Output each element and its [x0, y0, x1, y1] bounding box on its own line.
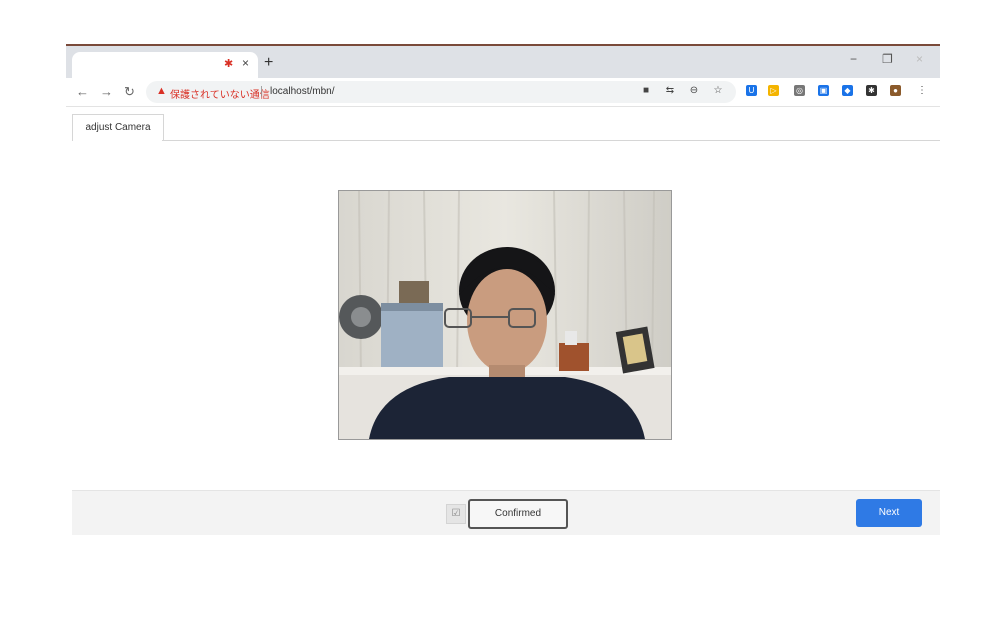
translate-icon[interactable]: ⇆ [664, 85, 676, 97]
url-text[interactable]: localhost/mbn/ [270, 86, 334, 97]
minimize-button[interactable]: − [850, 52, 857, 66]
extension-circle-icon[interactable]: ◎ [794, 85, 805, 96]
reload-button[interactable]: ↻ [124, 84, 135, 100]
next-button[interactable]: Next [856, 499, 922, 527]
menu-icon[interactable]: ⋮ [916, 85, 928, 97]
extension-screen-icon[interactable]: ▣ [818, 85, 829, 96]
extension-diamond-icon[interactable]: ◆ [842, 85, 853, 96]
extensions-puzzle-icon[interactable]: ✱ [866, 85, 877, 96]
tab-favicon-icon: ✱ [224, 58, 234, 70]
forward-button[interactable]: → [100, 84, 113, 99]
security-warning-text[interactable]: 保護されていない通信 [170, 86, 270, 101]
warning-icon: ▲ [156, 85, 167, 97]
extension-u-icon[interactable]: U [746, 85, 757, 96]
footer-bar: ☑ Confirmed Next [72, 490, 940, 535]
close-icon[interactable]: × [242, 56, 249, 70]
page-content: adjust Camera ☑ Confirmed Next [72, 114, 940, 535]
browser-toolbar: ← → ↻ ▲ 保護されていない通信 | localhost/mbn/ ■ ⇆ … [66, 78, 940, 107]
zoom-icon[interactable]: ⊖ [688, 85, 700, 97]
address-separator: | [260, 85, 263, 97]
browser-tab[interactable]: ✱ × [72, 52, 258, 78]
back-button[interactable]: ← [76, 84, 89, 99]
new-tab-button[interactable]: + [264, 55, 273, 71]
camera-preview [338, 190, 672, 440]
confirmed-button[interactable]: Confirmed [468, 499, 568, 529]
profile-avatar-icon[interactable]: ● [890, 85, 901, 96]
tab-adjust-camera[interactable]: adjust Camera [72, 114, 164, 141]
maximize-button[interactable]: ❐ [882, 52, 893, 66]
tab-strip: ✱ × + − ❐ × [66, 46, 940, 78]
tab-divider [162, 140, 940, 141]
bookmark-star-icon[interactable]: ☆ [712, 85, 724, 97]
browser-window: ✱ × + − ❐ × ← → ↻ ▲ 保護されていない通信 | localho… [66, 44, 940, 535]
camera-icon[interactable]: ■ [640, 85, 652, 97]
close-window-button[interactable]: × [916, 52, 923, 66]
camera-frame-image [339, 191, 671, 439]
confirm-checkbox[interactable]: ☑ [446, 504, 466, 524]
extension-flag-icon[interactable]: ▷ [768, 85, 779, 96]
